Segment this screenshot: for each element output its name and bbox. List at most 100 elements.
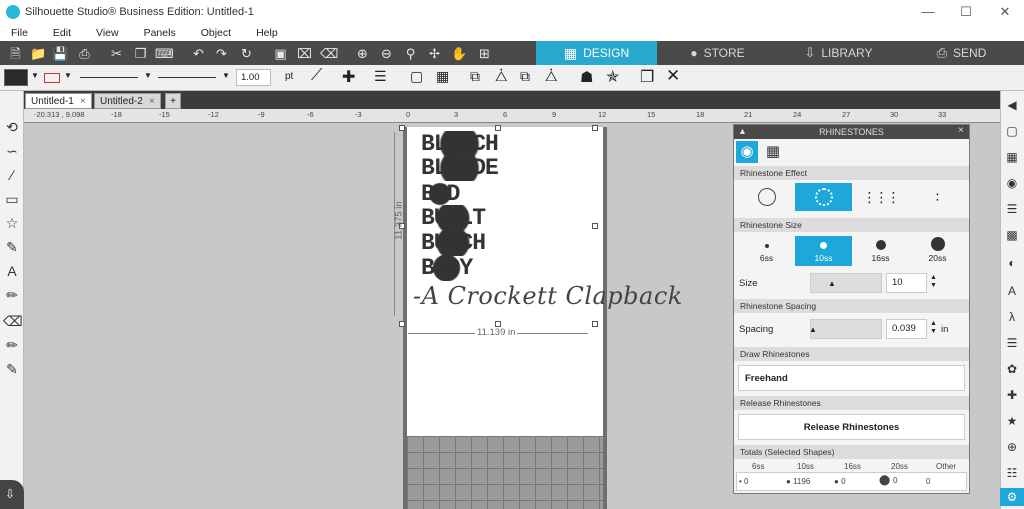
tab-library[interactable]: ⇩ LIBRARY <box>778 41 899 65</box>
freehand-button[interactable]: Freehand <box>738 365 965 391</box>
align-panel-icon[interactable]: ☰ <box>1003 334 1021 352</box>
arrange-forward-icon[interactable]: ⧉ <box>520 68 530 85</box>
rhinestone-panel-icon[interactable]: ▩ <box>1003 226 1021 244</box>
panel-close-icon[interactable]: × <box>958 125 964 136</box>
move-arrows-icon[interactable]: ✢ <box>426 45 443 62</box>
curve-tool-icon[interactable]: ∽ <box>3 142 21 160</box>
pencil-tool-icon[interactable]: ✎ <box>3 238 21 256</box>
merge-icon[interactable]: ☗ <box>580 68 593 86</box>
menu-object[interactable]: Object <box>201 27 231 39</box>
line-color-swatch[interactable] <box>44 73 60 83</box>
point-edit-icon[interactable]: ⟲ <box>3 118 21 136</box>
release-rhinestones-button[interactable]: Release Rhinestones <box>738 414 965 440</box>
library-drawer-icon[interactable]: ⇩ <box>0 480 24 509</box>
color-panel-icon[interactable]: ⚙ <box>1000 488 1024 506</box>
arrange-backward-icon[interactable]: ⧊ <box>545 68 558 85</box>
deselect-icon[interactable]: ⌧ <box>296 45 313 62</box>
selection-handle[interactable] <box>399 125 405 131</box>
page-setup-icon[interactable]: ▢ <box>1003 122 1021 140</box>
selection-handle[interactable] <box>592 223 598 229</box>
delete-icon[interactable]: ⌫ <box>320 45 338 62</box>
design-word[interactable]: BLONDE <box>421 155 499 181</box>
size-spinner-icon[interactable]: ▲ ▼ <box>930 274 937 290</box>
effect-scatter-button[interactable]: ∶ <box>909 183 966 211</box>
close-x-icon[interactable]: ✕ <box>666 66 680 86</box>
line-style-dropdown-arrow-icon[interactable]: ▼ <box>144 71 152 80</box>
fill-palette-icon[interactable]: ◉ <box>1003 174 1021 192</box>
rectangle-tool-icon[interactable]: ▭ <box>3 190 21 208</box>
spacing-spinner-icon[interactable]: ▲ ▼ <box>930 320 937 336</box>
rhinestone-mode-icon[interactable]: ◉ <box>736 141 758 163</box>
transform-icon[interactable]: ✚ <box>342 67 355 87</box>
menu-help[interactable]: Help <box>256 27 278 39</box>
3d-box-icon[interactable]: ❐ <box>640 67 654 87</box>
size-input[interactable]: 10 <box>886 273 927 293</box>
close-window-button[interactable]: ✕ <box>997 4 1013 20</box>
slider-thumb-icon[interactable]: ▲ <box>828 279 836 288</box>
line-color-dropdown-arrow-icon[interactable]: ▼ <box>64 71 72 80</box>
menu-panels[interactable]: Panels <box>144 27 176 39</box>
size-10ss-button[interactable]: 10ss <box>795 236 852 266</box>
line-tool-icon[interactable]: ∕ <box>3 166 21 184</box>
menu-view[interactable]: View <box>96 27 119 39</box>
ungroup-icon[interactable]: ▦ <box>436 68 449 85</box>
draw-tool-icon[interactable]: ✏ <box>3 286 21 304</box>
new-tab-button[interactable]: + <box>165 93 181 109</box>
undo-icon[interactable]: ↶ <box>190 45 207 62</box>
design-word[interactable]: BODY <box>421 255 473 281</box>
line-end-preview[interactable] <box>158 77 216 78</box>
polygon-tool-icon[interactable]: ☆ <box>3 214 21 232</box>
knife-tool-icon[interactable]: ✏ <box>3 336 21 354</box>
modify-panel-icon[interactable]: ⊕ <box>1003 438 1021 456</box>
design-signature[interactable]: -A Crockett Clapback <box>413 282 683 310</box>
spacing-input[interactable]: 0.039 <box>886 319 927 339</box>
line-style-preview[interactable] <box>80 77 138 78</box>
close-tab-icon[interactable]: × <box>80 96 86 107</box>
line-end-dropdown-arrow-icon[interactable]: ▼ <box>222 71 230 80</box>
cut-icon[interactable]: ✂ <box>108 45 125 62</box>
slider-thumb-icon[interactable]: ▲ <box>809 325 817 334</box>
arrange-front-icon[interactable]: ⧉ <box>470 68 480 85</box>
tab-design[interactable]: ▦ DESIGN <box>536 41 657 65</box>
effect-none-button[interactable] <box>738 183 795 211</box>
menu-edit[interactable]: Edit <box>53 27 71 39</box>
redo-icon[interactable]: ↷ <box>213 45 230 62</box>
line-width-input[interactable]: 1.00 <box>236 69 271 86</box>
fill-dropdown-arrow-icon[interactable]: ▼ <box>31 71 39 80</box>
select-all-icon[interactable]: ▣ <box>272 45 289 62</box>
refresh-icon[interactable]: ↻ <box>238 45 255 62</box>
zoom-in-icon[interactable]: ⊕ <box>354 45 371 62</box>
size-16ss-button[interactable]: 16ss <box>852 236 909 266</box>
eraser-tool-icon[interactable]: ⌫ <box>3 312 23 330</box>
panel-collapse-icon[interactable]: ▲ <box>738 126 747 136</box>
font-style-icon[interactable]: λ <box>1003 308 1021 326</box>
save-icon[interactable]: 💾 <box>52 45 69 62</box>
zoom-out-icon[interactable]: ⊖ <box>378 45 395 62</box>
line-style-icon[interactable]: ☰ <box>1003 200 1021 218</box>
selection-handle[interactable] <box>592 321 598 327</box>
collapse-arrow-icon[interactable]: ◀ <box>1003 96 1021 114</box>
size-slider[interactable]: ▲ <box>810 273 882 293</box>
paste-icon[interactable]: ⌨ <box>155 45 174 62</box>
design-word[interactable]: BLEACH <box>421 131 499 157</box>
minimize-button[interactable]: — <box>920 4 936 19</box>
design-word[interactable]: BUTCH <box>421 230 486 256</box>
fill-color-swatch[interactable] <box>4 69 28 86</box>
open-folder-icon[interactable]: 📁 <box>30 45 47 62</box>
pan-hand-icon[interactable]: ✋ <box>451 45 468 62</box>
tab-store[interactable]: ● STORE <box>657 41 778 65</box>
zoom-fit-icon[interactable]: ⚲ <box>402 45 419 62</box>
close-tab-icon[interactable]: × <box>149 96 155 107</box>
print-icon[interactable]: ⎙ <box>76 45 93 62</box>
fit-page-icon[interactable]: ⊞ <box>476 45 493 62</box>
size-20ss-button[interactable]: 20ss <box>909 236 966 266</box>
transform-panel-icon[interactable]: ✚ <box>1003 386 1021 404</box>
star-effect-icon[interactable]: ✯ <box>606 67 619 87</box>
spacing-slider[interactable]: ▲ <box>809 319 882 339</box>
tab-send[interactable]: ⎙ SEND <box>899 41 1024 65</box>
draw-line-icon[interactable]: ⟋ <box>311 67 322 85</box>
effect-fill-button[interactable]: ⋮⋮⋮ <box>852 183 909 211</box>
eyedropper-tool-icon[interactable]: ✎ <box>3 360 21 378</box>
offset-icon[interactable]: ◐ <box>1003 254 1021 272</box>
replicate-icon[interactable]: ✿ <box>1003 360 1021 378</box>
